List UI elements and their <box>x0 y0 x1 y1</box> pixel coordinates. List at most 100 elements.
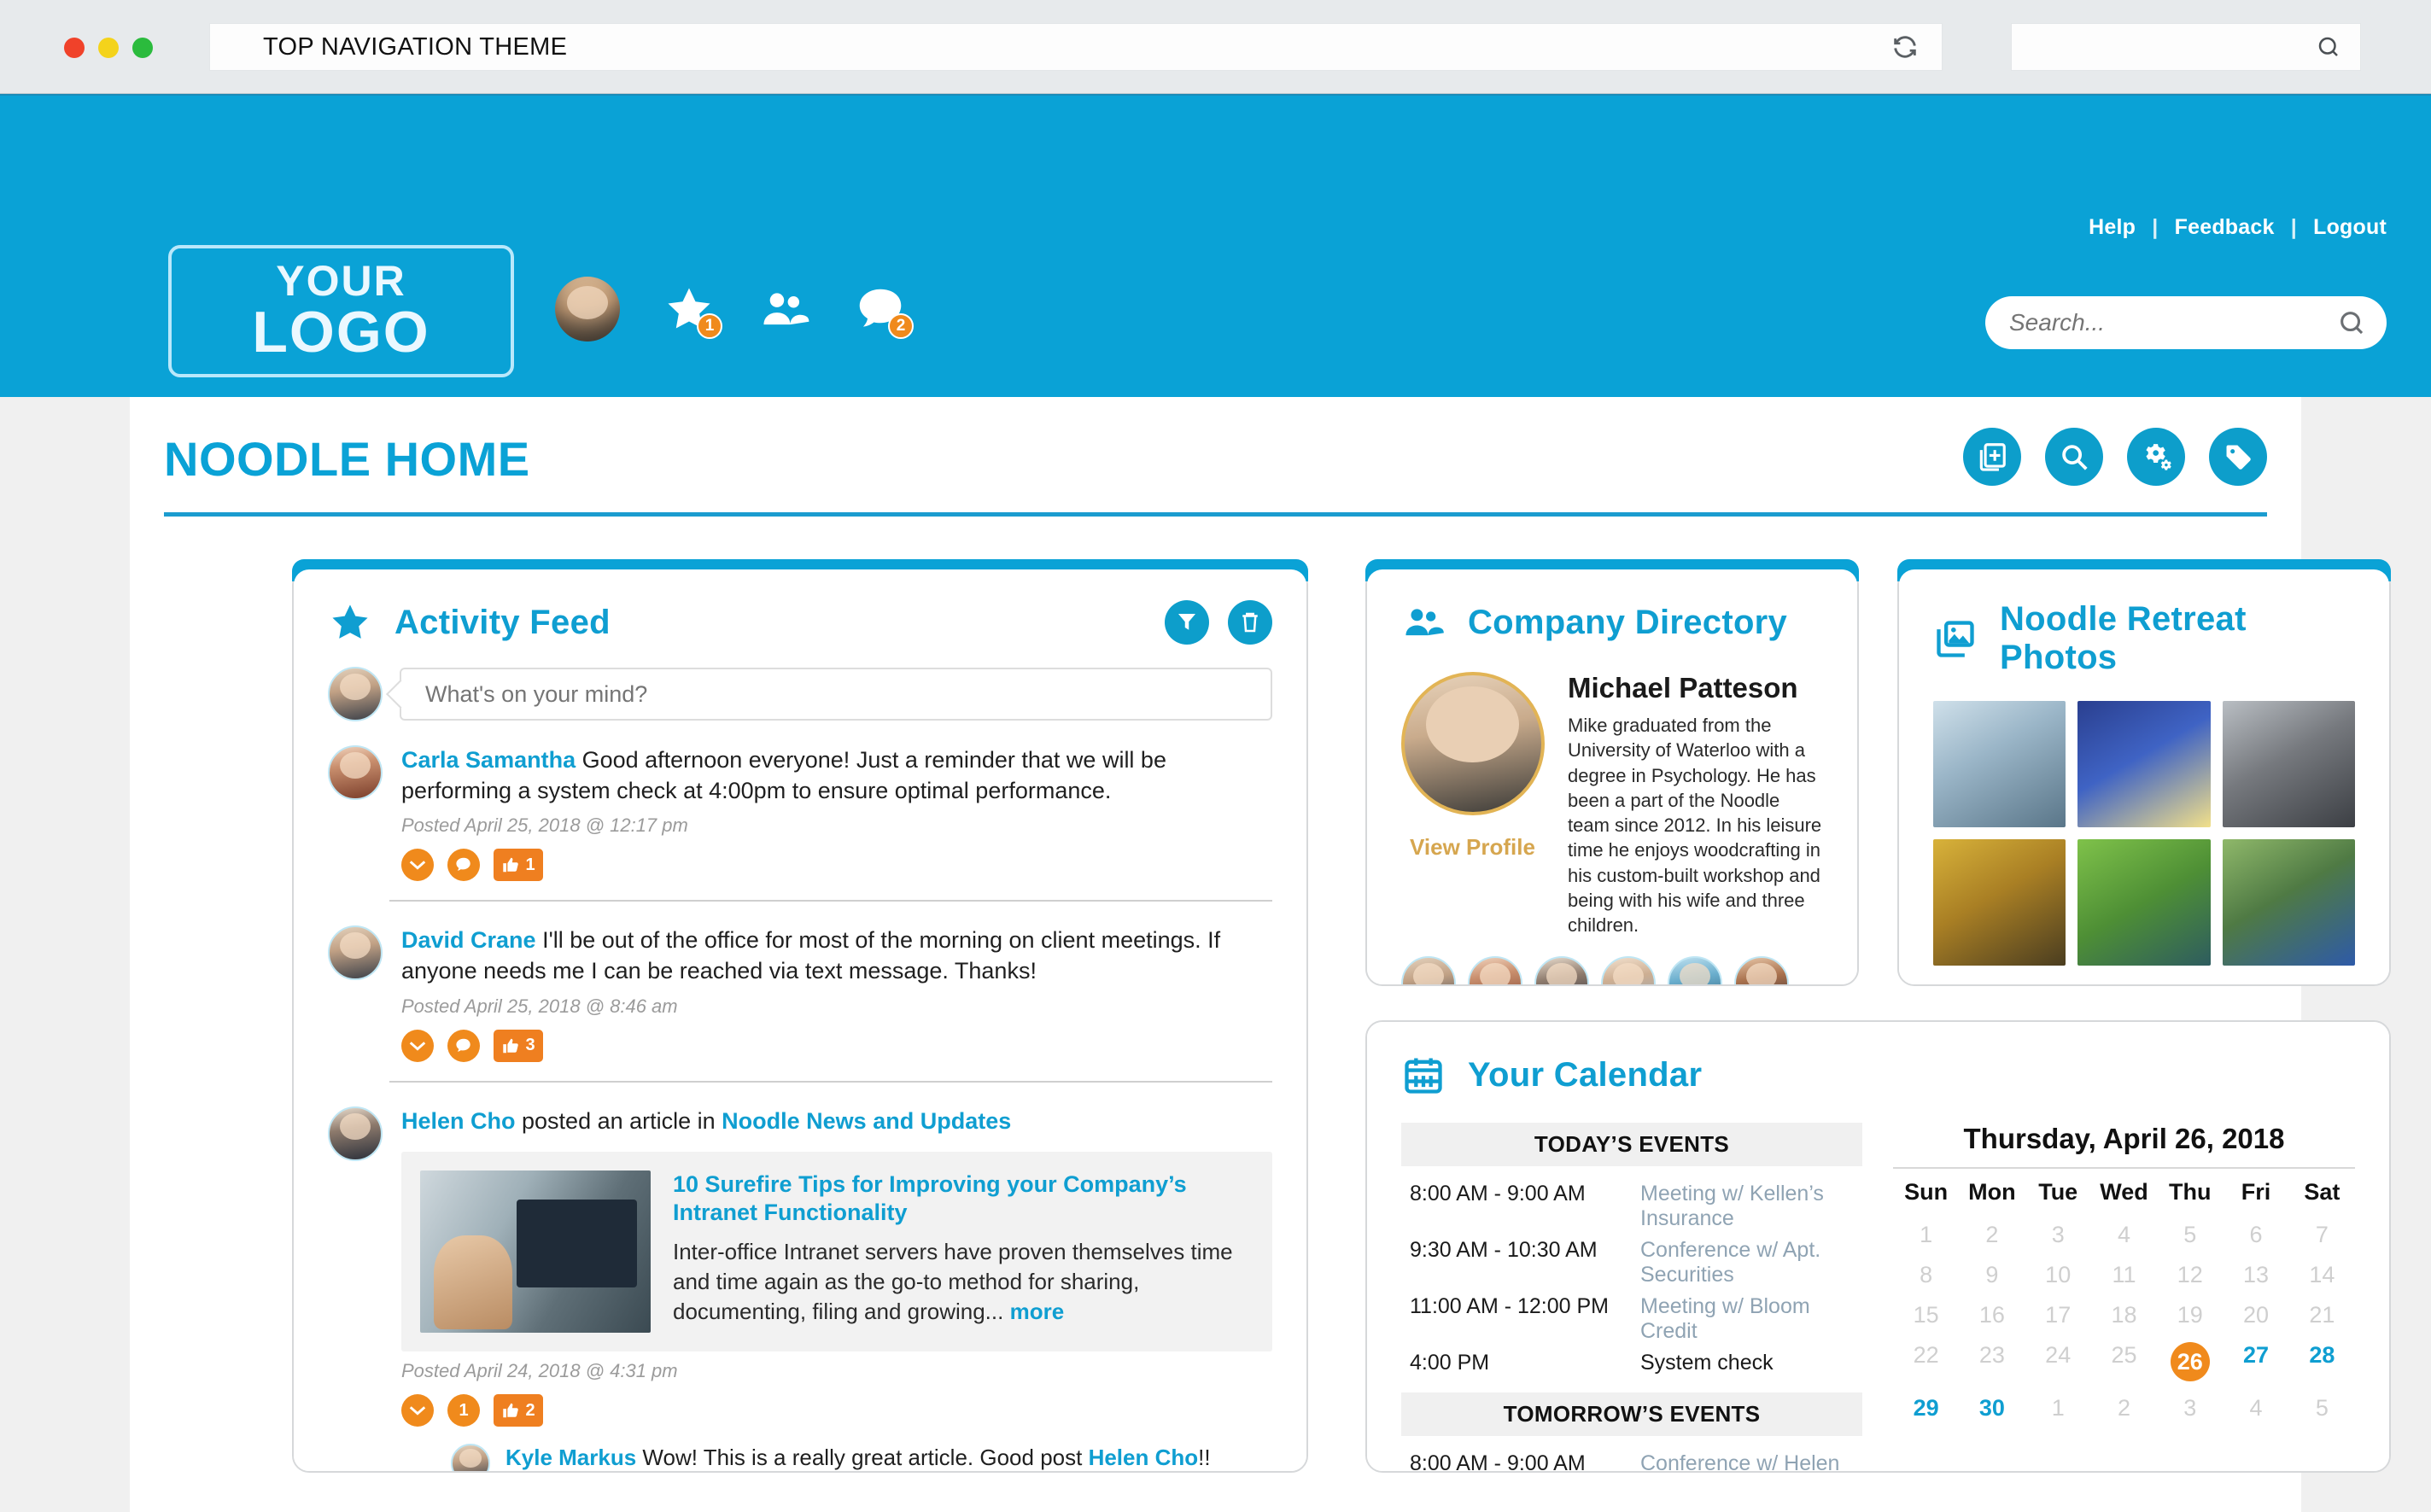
avatar[interactable] <box>1468 956 1522 984</box>
calendar-day-cell[interactable]: 4 <box>2091 1219 2157 1251</box>
calendar-day-cell[interactable]: 5 <box>2157 1219 2223 1251</box>
calendar-day-cell[interactable]: 7 <box>2289 1219 2355 1251</box>
article-card[interactable]: 10 Surefire Tips for Improving your Comp… <box>401 1152 1272 1352</box>
like-button[interactable]: 1 <box>494 849 543 882</box>
people-icon[interactable] <box>758 283 811 336</box>
calendar-day-cell[interactable]: 1 <box>2025 1392 2091 1424</box>
calendar-day-cell[interactable]: 29 <box>1893 1392 1959 1424</box>
calendar-day-cell[interactable]: 19 <box>2157 1299 2223 1331</box>
avatar[interactable] <box>328 745 383 800</box>
calendar-day-cell[interactable]: 28 <box>2289 1340 2355 1384</box>
calendar-day-cell[interactable]: 20 <box>2223 1299 2288 1331</box>
event-title[interactable]: Conference w/ Helen Cho <box>1640 1451 1857 1471</box>
expand-chevron-icon[interactable] <box>401 1029 434 1062</box>
close-window-button[interactable] <box>64 38 85 58</box>
calendar-day-cell[interactable]: 11 <box>2091 1259 2157 1291</box>
photo-thumbnail[interactable] <box>2077 839 2211 966</box>
composer-input[interactable] <box>401 680 1271 708</box>
avatar[interactable] <box>451 1444 490 1471</box>
avatar[interactable] <box>1601 956 1656 984</box>
calendar-day-cell[interactable]: 5 <box>2289 1392 2355 1424</box>
calendar-day-cell[interactable]: 10 <box>2025 1259 2091 1291</box>
avatar[interactable] <box>328 925 383 981</box>
feedback-link[interactable]: Feedback <box>2175 215 2275 239</box>
calendar-day-cell[interactable]: 8 <box>1893 1259 1959 1291</box>
event-title[interactable]: Meeting w/ Bloom Credit <box>1640 1294 1857 1344</box>
directory-person-photo[interactable] <box>1400 672 1545 815</box>
calendar-day-cell[interactable]: 17 <box>2025 1299 2091 1331</box>
comment-icon[interactable]: 1 <box>447 1394 480 1427</box>
maximize-window-button[interactable] <box>132 38 153 58</box>
calendar-day-cell[interactable]: 3 <box>2157 1392 2223 1424</box>
article-title[interactable]: 10 Surefire Tips for Improving your Comp… <box>673 1170 1253 1227</box>
event-row[interactable]: 9:30 AM - 10:30 AM Conference w/ Apt. Se… <box>1401 1235 1862 1291</box>
search-input[interactable] <box>1985 309 2337 336</box>
like-button[interactable]: 2 <box>494 1394 543 1427</box>
post-author[interactable]: Helen Cho <box>401 1108 516 1134</box>
event-title[interactable]: Meeting w/ Kellen’s Insurance <box>1640 1182 1857 1231</box>
calendar-day-cell[interactable]: 9 <box>1959 1259 2025 1291</box>
like-button[interactable]: 3 <box>494 1029 543 1062</box>
url-bar[interactable]: TOP NAVIGATION THEME <box>209 23 1943 71</box>
comment-icon[interactable] <box>447 849 480 882</box>
event-row[interactable]: 11:00 AM - 12:00 PM Meeting w/ Bloom Cre… <box>1401 1291 1862 1347</box>
photo-thumbnail[interactable] <box>1933 839 2066 966</box>
help-link[interactable]: Help <box>2089 215 2136 239</box>
browser-search-field[interactable] <box>2011 23 2361 71</box>
expand-chevron-icon[interactable] <box>401 849 434 882</box>
calendar-day-cell[interactable]: 15 <box>1893 1299 1959 1331</box>
calendar-day-cell[interactable]: 25 <box>2091 1340 2157 1384</box>
calendar-day-cell[interactable]: 30 <box>1959 1392 2025 1424</box>
search-icon[interactable] <box>2045 428 2103 486</box>
refresh-icon[interactable] <box>1890 32 1920 61</box>
calendar-day-cell[interactable]: 2 <box>2091 1392 2157 1424</box>
event-row[interactable]: 8:00 AM - 9:00 AM Conference w/ Helen Ch… <box>1401 1448 1862 1471</box>
avatar[interactable] <box>1401 956 1456 984</box>
calendar-day-cell[interactable]: 23 <box>1959 1340 2025 1384</box>
calendar-day-cell[interactable]: 13 <box>2223 1259 2288 1291</box>
event-row[interactable]: 4:00 PM System check <box>1401 1347 1862 1379</box>
post-author[interactable]: David Crane <box>401 927 536 953</box>
calendar-day-cell[interactable]: 1 <box>1893 1219 1959 1251</box>
post-author[interactable]: Carla Samantha <box>401 747 576 773</box>
calendar-day-cell[interactable]: 6 <box>2223 1219 2288 1251</box>
comment-mention[interactable]: Helen Cho <box>1089 1445 1199 1470</box>
comment-icon[interactable] <box>447 1029 480 1062</box>
user-avatar[interactable] <box>555 277 620 342</box>
photo-thumbnail[interactable] <box>2222 701 2355 827</box>
settings-gears-icon[interactable] <box>2127 428 2185 486</box>
avatar[interactable] <box>1734 956 1789 984</box>
avatar[interactable] <box>1534 956 1589 984</box>
chat-icon[interactable]: 2 <box>854 283 914 339</box>
calendar-day-cell[interactable]: 16 <box>1959 1299 2025 1331</box>
calendar-day-cell[interactable]: 3 <box>2025 1219 2091 1251</box>
calendar-day-cell[interactable]: 18 <box>2091 1299 2157 1331</box>
expand-chevron-icon[interactable] <box>401 1394 434 1427</box>
calendar-day-cell[interactable]: 2 <box>1959 1219 2025 1251</box>
event-row[interactable]: 8:00 AM - 9:00 AM Meeting w/ Kellen’s In… <box>1401 1178 1862 1235</box>
add-page-icon[interactable] <box>1963 428 2021 486</box>
post-group-link[interactable]: Noodle News and Updates <box>722 1108 1011 1134</box>
article-more-link[interactable]: more <box>1010 1299 1065 1324</box>
view-profile-link[interactable]: View Profile <box>1398 834 1547 861</box>
event-title[interactable]: System check <box>1640 1351 1774 1375</box>
calendar-day-cell[interactable]: 12 <box>2157 1259 2223 1291</box>
star-icon[interactable]: 1 <box>663 283 722 339</box>
filter-icon[interactable] <box>1165 600 1209 645</box>
calendar-day-cell[interactable]: 22 <box>1893 1340 1959 1384</box>
tag-icon[interactable] <box>2209 428 2267 486</box>
photo-thumbnail[interactable] <box>2222 839 2355 966</box>
avatar[interactable] <box>328 1106 383 1161</box>
calendar-day-cell[interactable]: 27 <box>2223 1340 2288 1384</box>
calendar-day-cell[interactable]: 24 <box>2025 1340 2091 1384</box>
avatar[interactable] <box>1668 956 1722 984</box>
minimize-window-button[interactable] <box>98 38 119 58</box>
search-icon[interactable] <box>2337 308 2366 337</box>
site-logo[interactable]: YOUR LOGO <box>168 245 514 377</box>
logout-link[interactable]: Logout <box>2313 215 2387 239</box>
calendar-day-cell[interactable]: 21 <box>2289 1299 2355 1331</box>
calendar-day-cell[interactable]: 4 <box>2223 1392 2288 1424</box>
photo-thumbnail[interactable] <box>1933 701 2066 827</box>
trash-icon[interactable] <box>1228 600 1272 645</box>
post-composer[interactable] <box>294 645 1306 721</box>
